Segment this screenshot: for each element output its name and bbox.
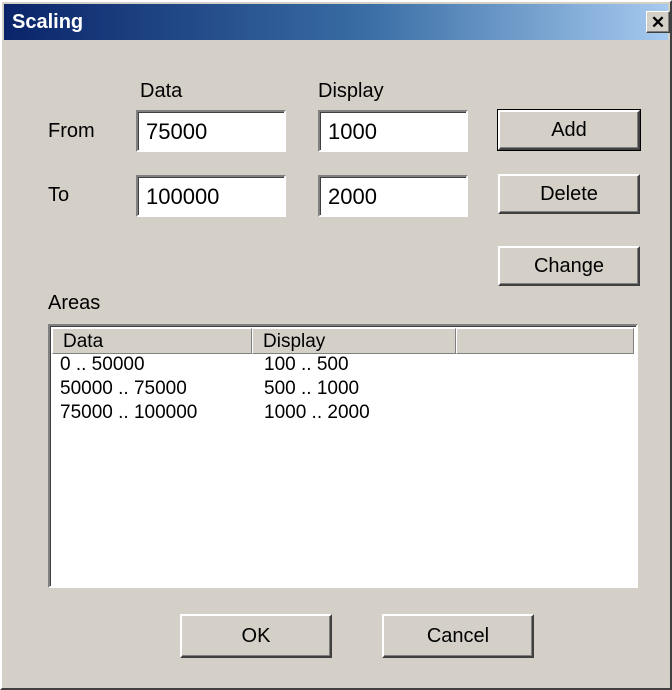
scaling-dialog: Scaling ✕ Data Display From 75000 1000 T… (0, 0, 672, 690)
ok-button[interactable]: OK (180, 614, 332, 658)
to-data-input[interactable]: 100000 (136, 175, 286, 217)
areas-label: Areas (48, 292, 101, 314)
window-title: Scaling (12, 11, 84, 33)
row-display-cell: 1000 .. 2000 (264, 402, 370, 423)
close-button[interactable]: ✕ (646, 11, 670, 33)
title-bar[interactable]: Scaling ✕ (4, 4, 670, 40)
from-display-input[interactable]: 1000 (318, 110, 468, 152)
display-column-label: Display (318, 80, 384, 102)
cancel-button[interactable]: Cancel (382, 614, 534, 658)
from-data-input[interactable]: 75000 (136, 110, 286, 152)
column-header-data[interactable]: Data (52, 328, 252, 354)
data-column-label: Data (140, 80, 183, 102)
column-header-display[interactable]: Display (252, 328, 456, 354)
row-data-cell: 50000 .. 75000 (60, 378, 187, 399)
column-header-empty[interactable] (456, 328, 634, 354)
change-button[interactable]: Change (498, 246, 640, 286)
from-label: From (48, 120, 95, 142)
areas-list[interactable]: Data Display 0 .. 50000 100 .. 500 50000… (48, 324, 638, 588)
row-data-cell: 0 .. 50000 (60, 354, 145, 375)
add-button[interactable]: Add (497, 109, 641, 151)
row-display-cell: 100 .. 500 (264, 354, 349, 375)
delete-button[interactable]: Delete (498, 174, 640, 214)
row-data-cell: 75000 .. 100000 (60, 402, 198, 423)
to-label: To (48, 184, 70, 206)
areas-list-header: Data Display (52, 328, 634, 354)
row-display-cell: 500 .. 1000 (264, 378, 360, 399)
close-icon: ✕ (650, 12, 666, 32)
to-display-input[interactable]: 2000 (318, 175, 468, 217)
